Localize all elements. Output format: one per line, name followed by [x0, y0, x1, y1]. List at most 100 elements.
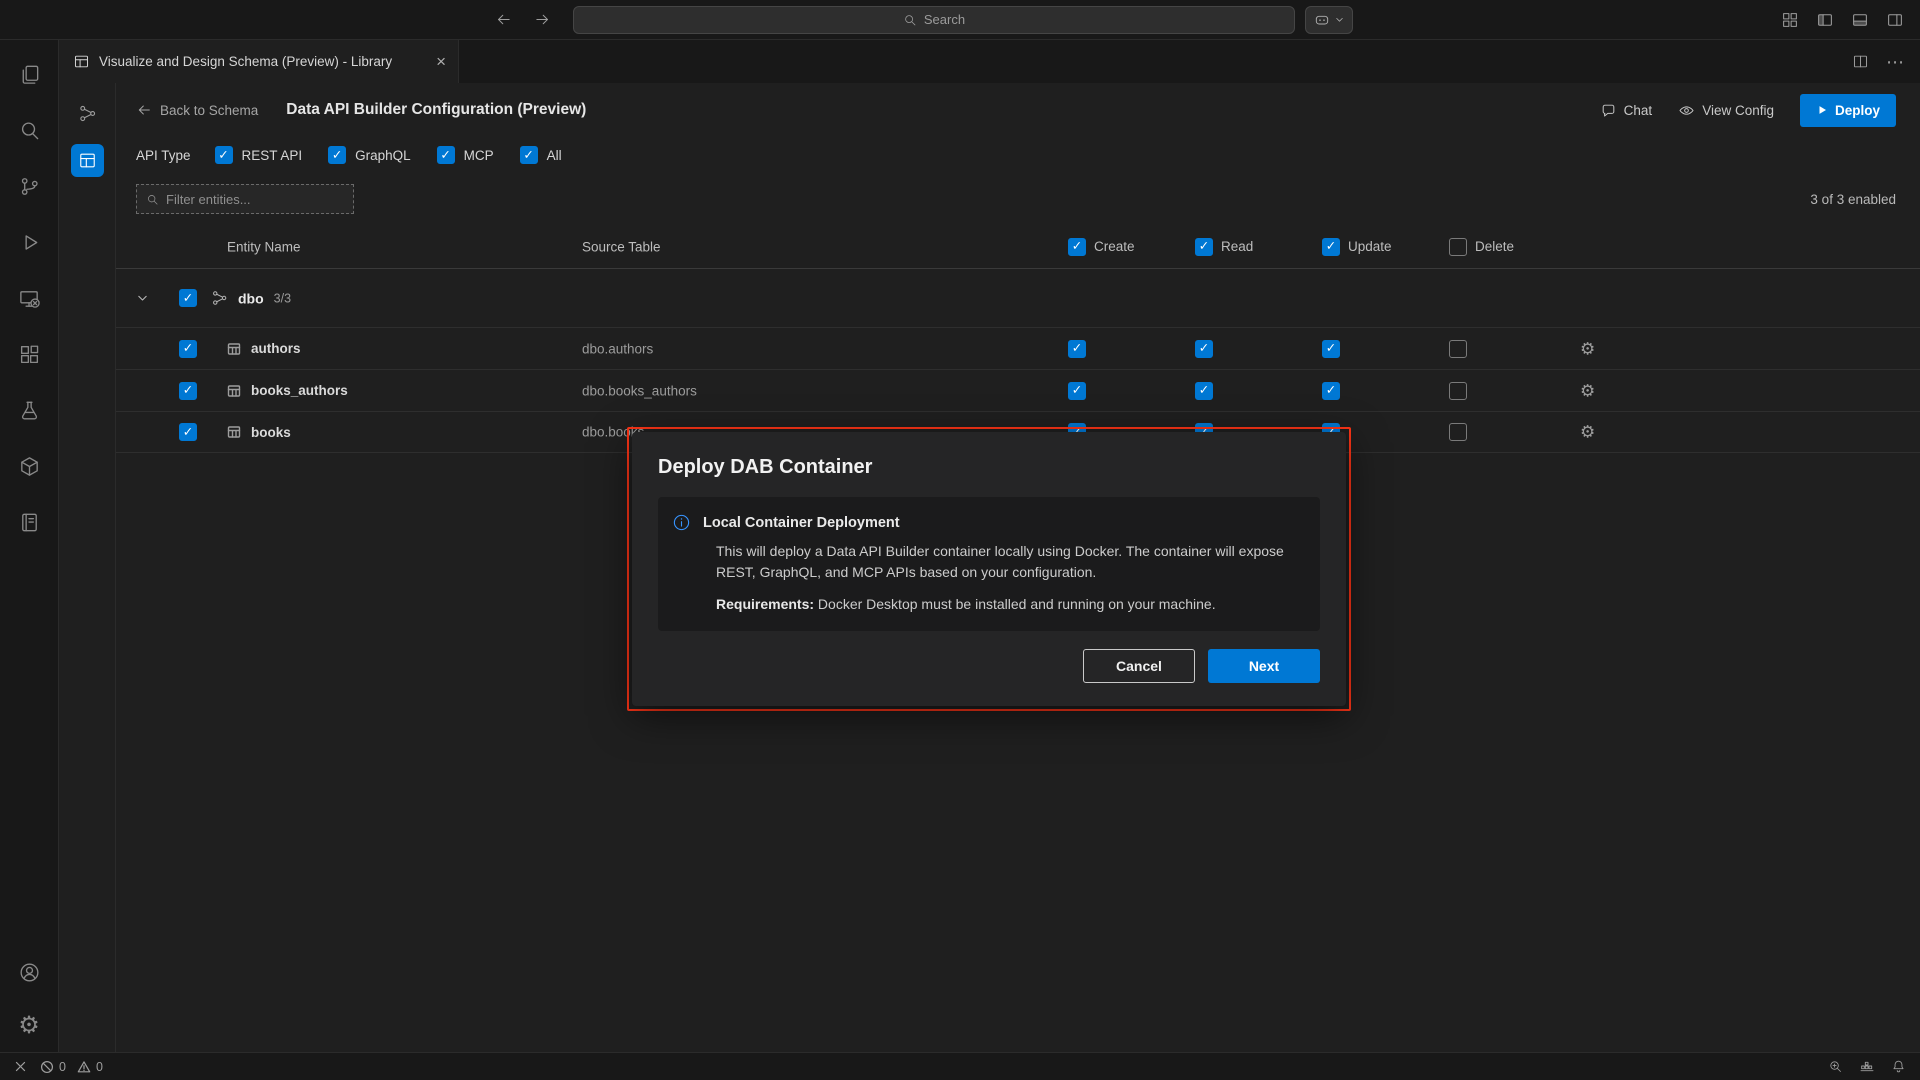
remote-indicator-icon[interactable]: [14, 1060, 27, 1073]
filter-search-icon: [146, 193, 159, 206]
notifications-bell-icon[interactable]: [1891, 1059, 1906, 1074]
remote-explorer-icon[interactable]: [0, 270, 58, 326]
info-panel: Local Container Deployment This will dep…: [658, 497, 1320, 631]
col-create: Create: [1094, 239, 1135, 254]
create-all-checkbox[interactable]: [1068, 238, 1086, 256]
toggle-secondary-sidebar-icon[interactable]: [1886, 11, 1904, 29]
collapse-chevron-icon[interactable]: [136, 292, 149, 305]
source-table-value: dbo.authors: [582, 341, 653, 356]
customize-layout-icon[interactable]: [1781, 11, 1799, 29]
update-checkbox[interactable]: [1322, 382, 1340, 400]
update-all-checkbox[interactable]: [1322, 238, 1340, 256]
info-body: This will deploy a Data API Builder cont…: [716, 541, 1302, 583]
editor-actions: ⋯: [1852, 40, 1920, 83]
schema-view-icon[interactable]: [71, 97, 104, 130]
problems-indicator[interactable]: 0 0: [40, 1060, 103, 1074]
schema-group-row[interactable]: dbo 3/3: [116, 269, 1920, 327]
create-checkbox[interactable]: [1068, 382, 1086, 400]
chat-button[interactable]: Chat: [1600, 102, 1653, 119]
graphql-checkbox[interactable]: [328, 146, 346, 164]
gear-glyph: ⚙: [18, 1014, 40, 1038]
requirements-label: Requirements:: [716, 596, 814, 612]
deploy-button[interactable]: Deploy: [1800, 94, 1896, 127]
next-button[interactable]: Next: [1208, 649, 1320, 683]
view-config-label: View Config: [1702, 103, 1774, 118]
dab-config-view-icon[interactable]: [71, 144, 104, 177]
filter-entities-box[interactable]: [136, 184, 354, 214]
table-row[interactable]: books_authors dbo.books_authors ⚙: [116, 369, 1920, 411]
tab-visualize-schema[interactable]: Visualize and Design Schema (Preview) - …: [59, 40, 459, 83]
row-checkbox[interactable]: [179, 423, 197, 441]
close-icon[interactable]: ×: [436, 53, 446, 70]
group-checkbox[interactable]: [179, 289, 197, 307]
titlebar-right: [1353, 11, 1920, 29]
read-all-checkbox[interactable]: [1195, 238, 1213, 256]
deploy-label: Deploy: [1835, 103, 1880, 118]
rest-api-checkbox[interactable]: [215, 146, 233, 164]
page-title: Data API Builder Configuration (Preview): [286, 101, 586, 119]
entity-settings-icon[interactable]: ⚙: [1580, 340, 1595, 357]
requirements-text: Docker Desktop must be installed and run…: [814, 596, 1216, 612]
accounts-icon[interactable]: [0, 944, 58, 1000]
all-label: All: [547, 148, 562, 163]
col-delete: Delete: [1475, 239, 1514, 254]
read-checkbox[interactable]: [1195, 382, 1213, 400]
delete-checkbox[interactable]: [1449, 382, 1467, 400]
create-checkbox[interactable]: [1068, 340, 1086, 358]
mcp-checkbox[interactable]: [437, 146, 455, 164]
toggle-primary-sidebar-icon[interactable]: [1816, 11, 1834, 29]
nav-back-icon[interactable]: [495, 11, 512, 28]
explorer-icon[interactable]: [0, 46, 58, 102]
graphql-label: GraphQL: [355, 148, 411, 163]
delete-checkbox[interactable]: [1449, 340, 1467, 358]
package-icon[interactable]: [0, 438, 58, 494]
row-checkbox[interactable]: [179, 340, 197, 358]
requirements-line: Requirements: Docker Desktop must be ins…: [716, 594, 1302, 615]
entity-settings-icon[interactable]: ⚙: [1580, 382, 1595, 399]
delete-all-checkbox[interactable]: [1449, 238, 1467, 256]
nav-forward-icon[interactable]: [534, 11, 551, 28]
command-center-search[interactable]: Search: [573, 6, 1295, 34]
read-checkbox[interactable]: [1195, 340, 1213, 358]
source-control-icon[interactable]: [0, 158, 58, 214]
toggle-panel-icon[interactable]: [1851, 11, 1869, 29]
table-row[interactable]: authors dbo.authors ⚙: [116, 327, 1920, 369]
entity-name: authors: [251, 341, 301, 356]
tab-bar: Visualize and Design Schema (Preview) - …: [59, 40, 1920, 83]
group-count: 3/3: [274, 291, 291, 305]
split-editor-icon[interactable]: [1852, 53, 1869, 70]
cancel-button[interactable]: Cancel: [1083, 649, 1195, 683]
back-label: Back to Schema: [160, 103, 258, 118]
zoom-in-icon[interactable]: [1828, 1059, 1843, 1074]
attention-highlight-box: Deploy DAB Container Local Container Dep…: [627, 427, 1351, 711]
status-bar: 0 0: [0, 1052, 1920, 1080]
notebook-icon[interactable]: [0, 494, 58, 550]
entities-table-header: Entity Name Source Table Create Read Upd…: [116, 225, 1920, 269]
warning-count: 0: [96, 1060, 103, 1074]
col-update: Update: [1348, 239, 1392, 254]
run-debug-icon[interactable]: [0, 214, 58, 270]
testing-icon[interactable]: [0, 382, 58, 438]
tab-title: Visualize and Design Schema (Preview) - …: [99, 54, 392, 69]
eye-icon: [1678, 102, 1695, 119]
row-checkbox[interactable]: [179, 382, 197, 400]
warning-icon: [77, 1060, 91, 1074]
extensions-icon[interactable]: [0, 326, 58, 382]
all-checkbox[interactable]: [520, 146, 538, 164]
delete-checkbox[interactable]: [1449, 423, 1467, 441]
view-config-button[interactable]: View Config: [1678, 102, 1774, 119]
more-actions-icon[interactable]: ⋯: [1886, 53, 1904, 71]
api-option-all: All: [520, 146, 562, 164]
docker-icon[interactable]: [1859, 1059, 1875, 1075]
back-to-schema-link[interactable]: Back to Schema: [136, 102, 258, 118]
deploy-dab-dialog: Deploy DAB Container Local Container Dep…: [632, 432, 1346, 706]
chevron-down-icon: [1335, 15, 1344, 24]
filter-entities-input[interactable]: [166, 192, 344, 207]
designer-mini-sidebar: [59, 83, 116, 1052]
entity-settings-icon[interactable]: ⚙: [1580, 424, 1595, 441]
settings-gear-icon[interactable]: ⚙: [0, 1000, 58, 1052]
header-actions: Chat View Config Deploy: [1600, 94, 1896, 127]
copilot-menu-button[interactable]: [1305, 6, 1353, 34]
update-checkbox[interactable]: [1322, 340, 1340, 358]
search-view-icon[interactable]: [0, 102, 58, 158]
